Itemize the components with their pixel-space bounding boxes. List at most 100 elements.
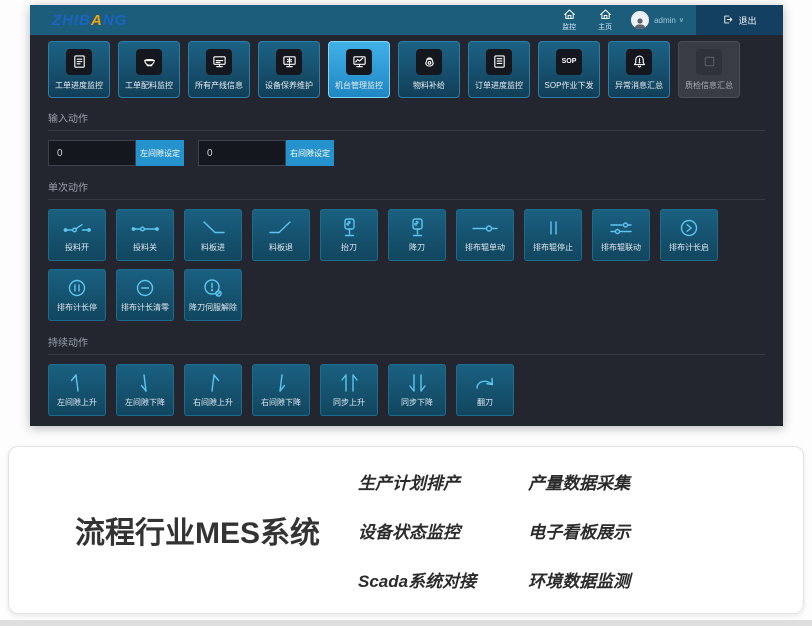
arrow-up-right-icon xyxy=(200,372,226,394)
board-in-button[interactable]: 料板进 xyxy=(184,209,242,261)
avatar xyxy=(631,11,649,29)
tab-work-order-batching[interactable]: 工单配料监控 xyxy=(118,41,180,98)
section-title-continuous-actions: 持续动作 xyxy=(48,334,765,349)
arrow-down-right-icon xyxy=(268,372,294,394)
roller-linked-icon xyxy=(606,217,636,239)
divider xyxy=(48,354,765,355)
roller-single-icon xyxy=(470,217,500,239)
feature-columns: 生产计划排产 设备状态监控 Scada系统对接 产量数据采集 电子看板展示 环境… xyxy=(358,469,630,592)
nav-monitor-label: 监控 xyxy=(562,24,576,32)
servo-release-icon xyxy=(198,277,228,299)
blank-square-icon xyxy=(696,49,722,75)
roller-single-button[interactable]: 排布辊单动 xyxy=(456,209,514,261)
roller-stop-button[interactable]: 排布辊停止 xyxy=(524,209,582,261)
material-supply-icon xyxy=(416,49,442,75)
tab-work-order-progress[interactable]: 工单进度监控 xyxy=(48,41,110,98)
left-gap-down-button[interactable]: 左间隙下降 xyxy=(116,364,174,416)
user-name: admin xyxy=(654,16,676,25)
continuous-actions-row: 左间隙上升 左间隙下降 右间隙上升 右间隙下降 同步上升 同步下降 xyxy=(48,364,765,416)
single-actions-row-1: 投料开 投料关 料板进 料板退 抬刀 降刀 xyxy=(48,209,765,261)
right-gap-down-button[interactable]: 右间隙下降 xyxy=(252,364,310,416)
tab-quality-summary[interactable]: 质检信息汇总 xyxy=(678,41,740,98)
tab-production-lines[interactable]: 所有产线信息 xyxy=(188,41,250,98)
single-actions-row-2: 排布计长停 排布计长清零 降刀伺服解除 xyxy=(48,269,765,321)
tab-machine-monitor[interactable]: 机台管理监控 xyxy=(328,41,390,98)
alert-bell-icon xyxy=(626,49,652,75)
knife-lower-icon xyxy=(402,217,432,239)
tab-order-progress[interactable]: 订单进度监控 xyxy=(468,41,530,98)
double-arrow-up-icon xyxy=(336,372,362,394)
zhibang-logo: ZHIBANG xyxy=(52,12,127,29)
input-actions-row: 左间隙设定 右间隙设定 xyxy=(48,140,765,166)
equipment-maintenance-icon xyxy=(276,49,302,75)
feature-item: 生产计划排产 xyxy=(358,469,476,494)
section-title-single-actions: 单次动作 xyxy=(48,179,765,194)
counter-clear-button[interactable]: 排布计长清零 xyxy=(116,269,174,321)
sync-up-button[interactable]: 同步上升 xyxy=(320,364,378,416)
arrow-down-left-icon xyxy=(132,372,158,394)
module-tabs: 工单进度监控 工单配料监控 所有产线信息 设备保养维护 机台管理监控 物料补给 xyxy=(48,41,765,98)
left-gap-group: 左间隙设定 xyxy=(48,140,184,166)
sync-down-button[interactable]: 同步下降 xyxy=(388,364,446,416)
home-icon xyxy=(599,8,612,24)
knife-raise-button[interactable]: 抬刀 xyxy=(320,209,378,261)
page-bottom-strip xyxy=(0,620,812,626)
left-gap-set-button[interactable]: 左间隙设定 xyxy=(136,140,184,166)
board-out-button[interactable]: 料板退 xyxy=(252,209,310,261)
board-out-icon xyxy=(266,217,296,239)
home-monitor-icon xyxy=(563,8,576,24)
divider xyxy=(48,130,765,131)
nav-home[interactable]: 主页 xyxy=(598,8,612,33)
logout-button[interactable]: 退出 xyxy=(696,5,783,35)
flip-knife-button[interactable]: 翻刀 xyxy=(456,364,514,416)
chevron-down-icon: ∨ xyxy=(679,16,684,24)
counter-pause-button[interactable]: 排布计长停 xyxy=(48,269,106,321)
board-in-icon xyxy=(198,217,228,239)
roller-linked-button[interactable]: 排布辊联动 xyxy=(592,209,650,261)
feature-column-2: 产量数据采集 电子看板展示 环境数据监测 xyxy=(528,469,630,592)
curved-arrow-icon xyxy=(472,372,498,394)
counter-clear-icon xyxy=(130,277,160,299)
feed-off-icon xyxy=(130,217,160,239)
machine-monitor-icon xyxy=(346,49,372,75)
user-menu[interactable]: admin ∨ xyxy=(631,11,684,29)
app-window: ZHIBANG 监控 主页 admin ∨ xyxy=(30,5,783,426)
counter-pause-icon xyxy=(62,277,92,299)
tab-alert-summary[interactable]: 异常消息汇总 xyxy=(608,41,670,98)
counter-start-button[interactable]: 排布计长启 xyxy=(660,209,718,261)
section-title-input-actions: 输入动作 xyxy=(48,110,765,125)
feed-on-button[interactable]: 投料开 xyxy=(48,209,106,261)
feed-on-icon xyxy=(62,217,92,239)
footer-title: 流程行业MES系统 xyxy=(75,508,320,552)
double-arrow-down-icon xyxy=(404,372,430,394)
app-header: ZHIBANG 监控 主页 admin ∨ xyxy=(30,5,783,35)
nav-home-label: 主页 xyxy=(598,24,612,32)
knife-lower-button[interactable]: 降刀 xyxy=(388,209,446,261)
roller-stop-icon xyxy=(538,217,568,239)
feature-column-1: 生产计划排产 设备状态监控 Scada系统对接 xyxy=(358,469,476,592)
tab-sop-dispatch[interactable]: SOP SOP作业下发 xyxy=(538,41,600,98)
nav-monitor[interactable]: 监控 xyxy=(562,8,576,33)
work-order-progress-icon xyxy=(66,49,92,75)
tab-equipment-maintenance[interactable]: 设备保养维护 xyxy=(258,41,320,98)
work-order-batching-icon xyxy=(136,49,162,75)
order-progress-icon xyxy=(486,49,512,75)
production-lines-icon xyxy=(206,49,232,75)
logout-icon xyxy=(722,14,733,27)
left-gap-input[interactable] xyxy=(48,140,136,166)
divider xyxy=(48,199,765,200)
feature-item: 环境数据监测 xyxy=(528,567,630,592)
counter-start-icon xyxy=(674,217,704,239)
right-gap-up-button[interactable]: 右间隙上升 xyxy=(184,364,242,416)
feed-off-button[interactable]: 投料关 xyxy=(116,209,174,261)
footer-card: 流程行业MES系统 生产计划排产 设备状态监控 Scada系统对接 产量数据采集… xyxy=(8,446,804,614)
sop-badge-icon: SOP xyxy=(556,49,582,75)
tab-material-supply[interactable]: 物料补给 xyxy=(398,41,460,98)
right-gap-set-button[interactable]: 右间隙设定 xyxy=(286,140,334,166)
right-gap-input[interactable] xyxy=(198,140,286,166)
left-gap-up-button[interactable]: 左间隙上升 xyxy=(48,364,106,416)
servo-release-button[interactable]: 降刀伺服解除 xyxy=(184,269,242,321)
feature-item: 产量数据采集 xyxy=(528,469,630,494)
feature-item: 电子看板展示 xyxy=(528,518,630,543)
knife-raise-icon xyxy=(334,217,364,239)
